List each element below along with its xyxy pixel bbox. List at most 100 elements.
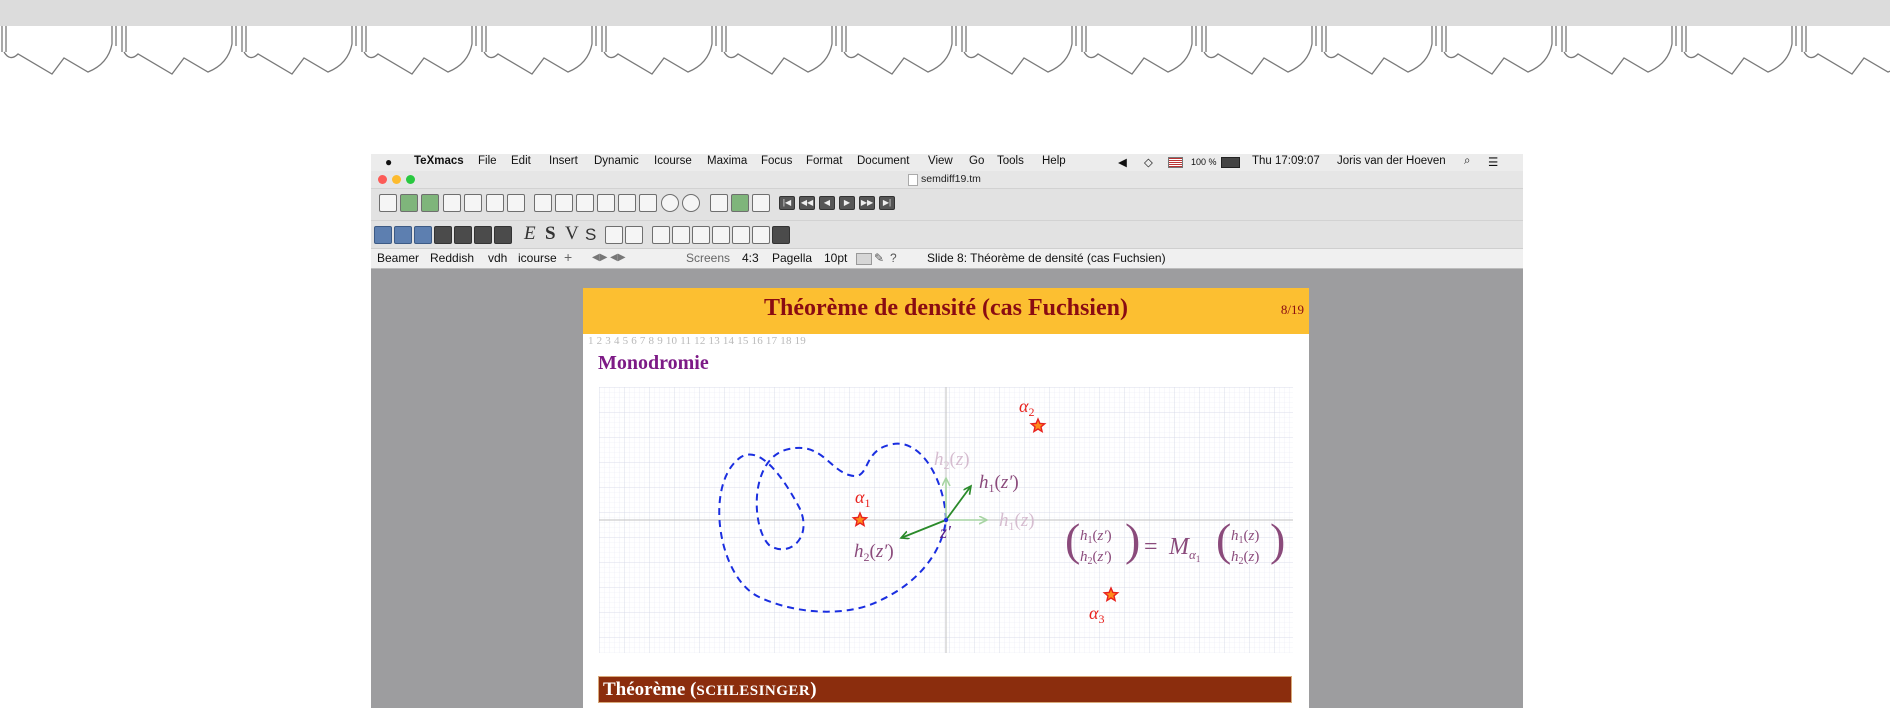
new-document-icon[interactable] xyxy=(379,194,397,212)
flag-icon[interactable] xyxy=(1168,157,1183,168)
battery-percent[interactable]: 100 % xyxy=(1191,157,1217,167)
style-vdh[interactable]: vdh xyxy=(488,251,507,265)
close-document-icon[interactable] xyxy=(507,194,525,212)
minimize-button[interactable] xyxy=(392,175,401,184)
menu-tools[interactable]: Tools xyxy=(997,155,1024,167)
paste-icon[interactable] xyxy=(555,194,573,212)
small-caps-icon[interactable] xyxy=(605,226,623,244)
svg-text:h1(z′): h1(z′) xyxy=(1080,528,1112,546)
font-emphasis-button[interactable]: E xyxy=(524,223,536,245)
next-slide-icon[interactable]: ▶ xyxy=(839,196,855,210)
document-part-icon[interactable] xyxy=(732,226,750,244)
font-verbatim-button[interactable]: V xyxy=(565,223,579,245)
border-motif xyxy=(121,26,237,75)
forward-hand-icon[interactable] xyxy=(752,194,770,212)
export-icon[interactable] xyxy=(443,194,461,212)
alignment-icon[interactable] xyxy=(494,226,512,244)
paren-left-1: ( xyxy=(1065,514,1080,565)
help-button[interactable]: ? xyxy=(890,251,897,265)
table-icon[interactable] xyxy=(672,226,690,244)
border-motif xyxy=(961,26,1077,75)
undo-icon[interactable] xyxy=(661,194,679,212)
font-size[interactable]: 10pt xyxy=(824,251,847,265)
menu-app-name[interactable]: TeXmacs xyxy=(414,155,464,167)
menu-document[interactable]: Document xyxy=(857,155,909,167)
font-strong-button[interactable]: S xyxy=(545,223,556,245)
menu-maxima[interactable]: Maxima xyxy=(707,155,747,167)
print-icon[interactable] xyxy=(464,194,482,212)
border-motif xyxy=(1081,26,1197,75)
theorem-title: Théorème (Schlesinger) xyxy=(603,679,817,701)
aspect-ratio[interactable]: 4:3 xyxy=(742,251,759,265)
apple-icon[interactable]: ● xyxy=(385,155,392,169)
environment-icon[interactable] xyxy=(474,226,492,244)
screen-style-icon[interactable] xyxy=(414,226,432,244)
replace-icon[interactable] xyxy=(618,194,636,212)
rewind-icon[interactable]: ◀◀ xyxy=(799,196,815,210)
close-button[interactable] xyxy=(378,175,387,184)
animation-icon[interactable] xyxy=(752,226,770,244)
border-motif xyxy=(481,26,597,75)
menu-edit[interactable]: Edit xyxy=(511,155,531,167)
menubar-user[interactable]: Joris van der Hoeven xyxy=(1337,155,1446,167)
last-slide-icon[interactable]: ▶| xyxy=(879,196,895,210)
window-title: semdiff19.tm xyxy=(921,173,981,185)
document-icon xyxy=(908,174,918,186)
theorem-tail: ) xyxy=(810,679,817,700)
back-hand-icon[interactable] xyxy=(710,194,728,212)
wifi-icon[interactable]: ◇ xyxy=(1144,155,1153,169)
save-document-icon[interactable] xyxy=(421,194,439,212)
slide-title: Théorème de densité (cas Fuchsien) xyxy=(764,295,1128,321)
header-style-icon[interactable] xyxy=(394,226,412,244)
menu-help[interactable]: Help xyxy=(1042,155,1066,167)
copy-icon[interactable] xyxy=(534,194,552,212)
font-sans-button[interactable]: S xyxy=(585,225,596,245)
style-icourse[interactable]: icourse xyxy=(518,251,557,265)
menu-dynamic[interactable]: Dynamic xyxy=(594,155,639,167)
list-icon[interactable] xyxy=(454,226,472,244)
border-motif xyxy=(241,26,357,75)
border-motif xyxy=(1321,26,1437,75)
font-name[interactable]: Pagella xyxy=(772,251,812,265)
svg-text:h2(z): h2(z) xyxy=(1231,549,1259,567)
menu-focus[interactable]: Focus xyxy=(761,155,792,167)
add-style-icon[interactable]: + xyxy=(564,249,572,265)
screen-icon[interactable] xyxy=(772,226,790,244)
slide-page-numbers[interactable]: 1 2 3 4 5 6 7 8 9 10 11 12 13 14 15 16 1… xyxy=(588,335,806,347)
menu-icourse[interactable]: Icourse xyxy=(654,155,692,167)
menu-format[interactable]: Format xyxy=(806,155,842,167)
first-slide-icon[interactable]: |◀ xyxy=(779,196,795,210)
style-beamer[interactable]: Beamer xyxy=(377,251,419,265)
zoom-button[interactable] xyxy=(406,175,415,184)
page-color-icon[interactable] xyxy=(856,253,872,265)
redo-icon[interactable] xyxy=(682,194,700,212)
fast-forward-icon[interactable]: ▶▶ xyxy=(859,196,875,210)
paste-special-icon[interactable] xyxy=(576,194,594,212)
label-h2z: h2(z) xyxy=(934,449,970,472)
menu-view[interactable]: View xyxy=(928,155,953,167)
previous-slide-icon[interactable]: ◀ xyxy=(819,196,835,210)
math-icon[interactable] xyxy=(652,226,670,244)
image-icon[interactable] xyxy=(692,226,710,244)
menu-insert[interactable]: Insert xyxy=(549,155,578,167)
spotlight-icon[interactable]: ⌕ xyxy=(1464,155,1470,168)
screen-nav-icons[interactable]: ◀▶ ◀▶ xyxy=(592,252,626,263)
battery-icon[interactable] xyxy=(1221,157,1240,168)
cut-icon[interactable] xyxy=(486,194,504,212)
section-icon[interactable] xyxy=(434,226,452,244)
slide-canvas: Théorème de densité (cas Fuchsien) 8/19 … xyxy=(583,288,1309,708)
refresh-hand-icon[interactable] xyxy=(731,194,749,212)
menu-go[interactable]: Go xyxy=(969,155,984,167)
find-icon[interactable] xyxy=(597,194,615,212)
menu-file[interactable]: File xyxy=(478,155,497,167)
menubar-clock[interactable]: Thu 17:09:07 xyxy=(1252,155,1320,167)
wrench-icon[interactable]: ✎ xyxy=(874,251,884,265)
open-document-icon[interactable] xyxy=(400,194,418,212)
style-reddish[interactable]: Reddish xyxy=(430,251,474,265)
volume-icon[interactable]: ◀ xyxy=(1118,155,1127,169)
notification-list-icon[interactable]: ☰ xyxy=(1488,155,1498,169)
link-icon[interactable] xyxy=(712,226,730,244)
color-icon[interactable] xyxy=(625,226,643,244)
spell-check-icon[interactable] xyxy=(639,194,657,212)
slide-style-icon[interactable] xyxy=(374,226,392,244)
